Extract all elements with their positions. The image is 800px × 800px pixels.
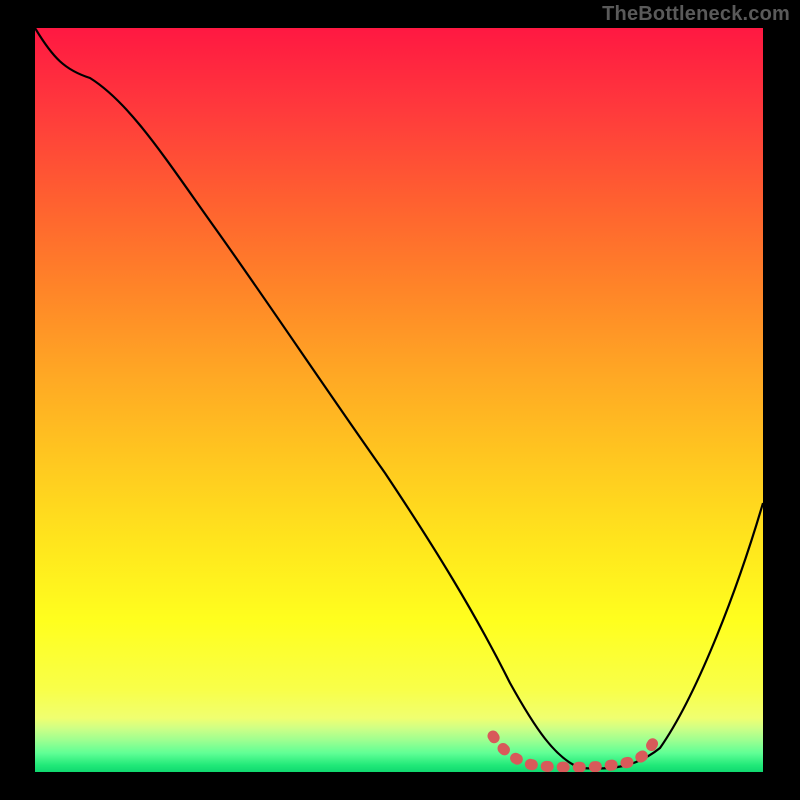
chart-frame: TheBottleneck.com: [0, 0, 800, 800]
plot-area: [35, 28, 763, 772]
watermark-text: TheBottleneck.com: [602, 3, 790, 26]
bottleneck-curve: [35, 28, 763, 769]
curve-svg: [35, 28, 763, 772]
optimal-segment-marker: [493, 736, 653, 767]
